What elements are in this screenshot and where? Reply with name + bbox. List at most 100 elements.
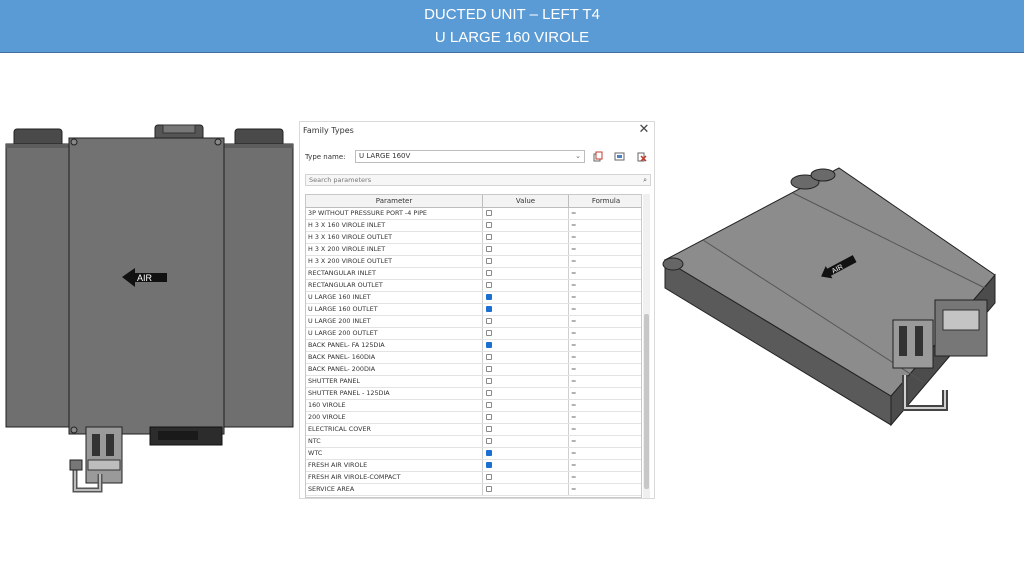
spigot-right [234,128,284,147]
type-name-select[interactable]: U LARGE 160V ⌄ [355,150,585,163]
table-row[interactable]: H 3 X 160 VIROLE INLET = [306,220,641,232]
table-scrollbar[interactable] [643,194,650,498]
parameter-formula[interactable]: = [569,448,641,459]
value-checkbox[interactable] [486,354,492,360]
table-row[interactable]: ELECTRICAL COVER = [306,424,641,436]
chevron-down-icon: ⌄ [575,152,581,160]
parameter-formula[interactable]: = [569,436,641,447]
value-checkbox[interactable] [486,366,492,372]
parameter-formula[interactable]: = [569,292,641,303]
value-checkbox[interactable] [486,378,492,384]
rename-type-icon[interactable] [614,151,625,162]
parameter-formula[interactable]: = [569,412,641,423]
parameter-formula[interactable]: = [569,364,641,375]
value-checkbox[interactable] [486,246,492,252]
parameter-formula[interactable]: = [569,340,641,351]
parameter-name: BACK PANEL- 160DIA [306,352,483,363]
table-row[interactable]: U LARGE 160 INLET = [306,292,641,304]
value-checkbox[interactable] [486,486,492,492]
parameter-formula[interactable]: = [569,388,641,399]
parameter-name: 3P WITHOUT PRESSURE PORT -4 PIPE [306,208,483,219]
value-checkbox[interactable] [486,318,492,324]
scrollbar-thumb[interactable] [644,314,649,489]
value-checkbox[interactable] [486,450,492,456]
close-icon[interactable]: ✕ [637,123,651,137]
table-row[interactable]: U LARGE 160 OUTLET = [306,304,641,316]
parameter-formula[interactable]: = [569,256,641,267]
table-row[interactable]: BACK PANEL- FA 125DIA = [306,340,641,352]
value-checkbox[interactable] [486,234,492,240]
value-checkbox[interactable] [486,402,492,408]
delete-type-icon[interactable] [636,151,647,162]
value-checkbox[interactable] [486,306,492,312]
search-input[interactable]: Search parameters ⌕ [305,174,651,186]
table-row[interactable]: 160 VIROLE = [306,400,641,412]
value-checkbox[interactable] [486,438,492,444]
air-label: AIR [137,273,153,283]
parameter-formula[interactable]: = [569,280,641,291]
parameter-formula[interactable]: = [569,304,641,315]
parameter-value [483,316,569,327]
parameter-formula[interactable]: = [569,400,641,411]
table-row[interactable]: SERVICE AREA = [306,484,641,496]
value-checkbox[interactable] [486,222,492,228]
table-row[interactable]: NTC = [306,436,641,448]
table-row[interactable]: 200 VIROLE = [306,412,641,424]
parameter-formula[interactable]: = [569,268,641,279]
parameter-value [483,328,569,339]
value-checkbox[interactable] [486,270,492,276]
value-checkbox[interactable] [486,414,492,420]
value-checkbox[interactable] [486,210,492,216]
column-header-formula[interactable]: Formula [569,195,641,207]
column-header-parameter[interactable]: Parameter [306,195,483,207]
table-row[interactable]: RECTANGULAR INLET = [306,268,641,280]
table-row[interactable]: SHUTTER PANEL = [306,376,641,388]
table-row[interactable]: FRESH AIR VIROLE-COMPACT = [306,472,641,484]
parameter-formula[interactable]: = [569,232,641,243]
parameter-formula[interactable]: = [569,460,641,471]
value-checkbox[interactable] [486,258,492,264]
table-row[interactable]: SHUTTER PANEL - 125DIA = [306,388,641,400]
value-checkbox[interactable] [486,474,492,480]
table-row[interactable]: BACK PANEL- 160DIA = [306,352,641,364]
value-checkbox[interactable] [486,330,492,336]
value-checkbox[interactable] [486,462,492,468]
new-type-icon[interactable] [592,151,603,162]
parameter-formula[interactable]: = [569,220,641,231]
banner-line-2: U LARGE 160 VIROLE [434,29,590,46]
table-row[interactable]: 3P WITHOUT PRESSURE PORT -4 PIPE = [306,208,641,220]
table-row[interactable]: RECTANGULAR OUTLET = [306,280,641,292]
value-checkbox[interactable] [486,426,492,432]
parameter-formula[interactable]: = [569,352,641,363]
table-row[interactable]: H 3 X 200 VIROLE INLET = [306,244,641,256]
parameter-value [483,220,569,231]
parameter-formula[interactable]: = [569,472,641,483]
value-checkbox[interactable] [486,294,492,300]
table-row[interactable]: H 3 X 160 VIROLE OUTLET = [306,232,641,244]
parameter-formula[interactable]: = [569,208,641,219]
column-header-value[interactable]: Value [483,195,569,207]
parameter-formula[interactable]: = [569,328,641,339]
parameter-formula[interactable]: = [569,424,641,435]
value-checkbox[interactable] [486,282,492,288]
table-row[interactable]: BACK PANEL- 200DIA = [306,364,641,376]
parameter-formula[interactable]: = [569,484,641,495]
table-row[interactable]: U LARGE 200 INLET = [306,316,641,328]
unit-top-view: AIR [5,124,294,493]
parameter-name: U LARGE 200 INLET [306,316,483,327]
family-types-dialog: Family Types ✕ Type name: U LARGE 160V ⌄… [299,121,655,499]
parameter-formula[interactable]: = [569,376,641,387]
table-row[interactable]: WTC = [306,448,641,460]
value-checkbox[interactable] [486,390,492,396]
parameter-formula[interactable]: = [569,316,641,327]
table-row[interactable]: FRESH AIR VIROLE = [306,460,641,472]
value-checkbox[interactable] [486,342,492,348]
type-name-value: U LARGE 160V [359,152,411,160]
valve-assembly [69,426,123,493]
parameter-formula[interactable]: = [569,244,641,255]
parameter-name: FRESH AIR VIROLE-COMPACT [306,472,483,483]
table-row[interactable]: H 3 X 200 VIROLE OUTLET = [306,256,641,268]
type-name-label: Type name: [305,153,346,161]
parameter-name: SHUTTER PANEL - 125DIA [306,388,483,399]
table-row[interactable]: U LARGE 200 OUTLET = [306,328,641,340]
